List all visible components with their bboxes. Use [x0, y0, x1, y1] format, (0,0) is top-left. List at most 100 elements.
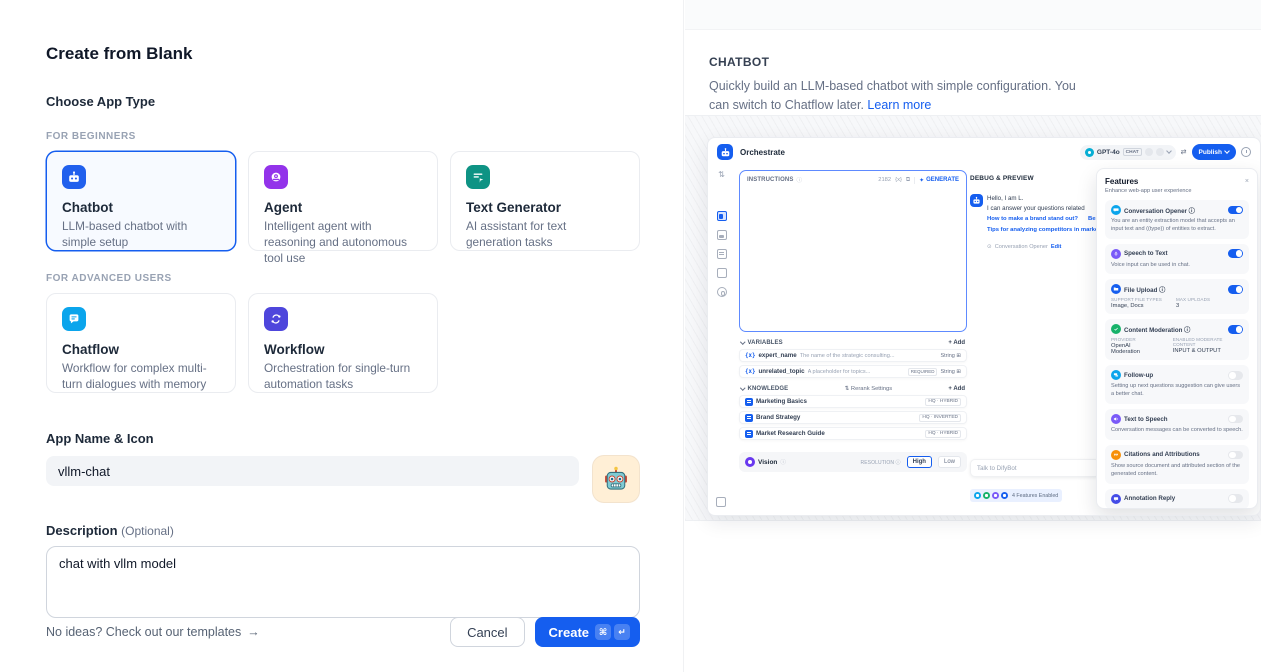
variable-icon: {x} — [895, 177, 902, 183]
cmd-key-icon: ⌘ — [595, 624, 611, 640]
debug-preview-column: DEBUG & PREVIEW Hello, I am L. I can ans… — [970, 166, 1100, 515]
feature-card-text-to-speech: Text to Speech Conversation messages can… — [1105, 409, 1249, 440]
quote-icon — [1111, 450, 1121, 460]
shield-check-icon — [1111, 324, 1121, 334]
model-selector: GPT-4o CHAT — [1080, 145, 1176, 160]
knowledge-row: Marketing Basics HQ · HYBRID — [739, 395, 967, 408]
chevron-down-icon — [740, 340, 745, 345]
create-button[interactable]: Create ⌘ ↵ — [535, 617, 640, 647]
app-name-label: App Name & Icon — [46, 431, 640, 446]
publish-button: Publish — [1192, 144, 1236, 160]
retrieval-badge: HQ · HYBRID — [925, 398, 961, 406]
choose-app-type-heading: Choose App Type — [46, 94, 640, 109]
variable-row: {x} unrelated_topic A placeholder for to… — [739, 365, 967, 378]
vision-setting-row: Vision ⓘ RESOLUTION ⓘ High Low — [739, 452, 967, 472]
for-advanced-users-label: FOR ADVANCED USERS — [46, 273, 640, 284]
token-count: 2182 — [878, 177, 891, 183]
instructions-skeleton-text — [740, 186, 966, 201]
templates-link[interactable]: No ideas? Check out our templates → — [46, 625, 260, 639]
knowledge-title: KNOWLEDGE — [748, 386, 789, 392]
toggle-text-to-speech — [1228, 415, 1243, 424]
knowledge-row: Market Research Guide HQ · HYBRID — [739, 427, 967, 440]
app-type-card-workflow[interactable]: Workflow Orchestration for single-turn a… — [248, 293, 438, 393]
card-name: Workflow — [264, 342, 422, 357]
follow-up-icon — [1111, 370, 1121, 380]
learn-more-link[interactable]: Learn more — [867, 98, 931, 112]
card-desc: AI assistant for text generation tasks — [466, 219, 624, 251]
knowledge-section-header: KNOWLEDGE ⇅ Rerank Settings + Add — [741, 386, 965, 392]
for-beginners-label: FOR BEGINNERS — [46, 131, 640, 142]
right-panel-topbar — [685, 0, 1261, 30]
required-badge: REQUIRED — [908, 368, 938, 376]
arrow-right-icon: → — [247, 625, 260, 639]
swap-icon: ⇅ — [718, 170, 725, 179]
copy-icon: ⧉ — [906, 177, 910, 184]
frame-icon — [716, 497, 726, 507]
feature-card-follow-up: Follow-up Setting up next questions sugg… — [1105, 365, 1249, 404]
microphone-icon — [1111, 249, 1121, 259]
retrieval-badge: HQ · HYBRID — [925, 430, 961, 438]
app-type-card-chatbot[interactable]: Chatbot LLM-based chatbot with simple se… — [46, 151, 236, 251]
vision-label: Vision — [758, 459, 777, 466]
variable-icon: {x} — [745, 353, 755, 359]
description-textarea[interactable]: chat with vllm model — [46, 546, 640, 618]
workflow-icon — [264, 307, 288, 331]
app-type-card-text-generator[interactable]: Text Generator AI assistant for text gen… — [450, 151, 640, 251]
preview-app-title: Orchestrate — [740, 148, 785, 157]
model-settings-icon — [1156, 148, 1164, 156]
feature-card-conversation-opener: Conversation Opener ⓘ You are an entity … — [1105, 200, 1249, 239]
enter-key-icon: ↵ — [614, 624, 630, 640]
variable-icon: {x} — [745, 369, 755, 375]
variables-section-header: VARIABLES + Add — [741, 340, 965, 346]
agent-icon — [264, 165, 288, 189]
toggle-file-upload — [1228, 285, 1243, 294]
toggle-conversation-opener — [1228, 206, 1243, 215]
app-type-info-panel: CHATBOT Quickly build an LLM-based chatb… — [685, 0, 1261, 672]
moderation-dot-icon — [983, 492, 990, 499]
create-form-panel: Create from Blank Choose App Type FOR BE… — [0, 0, 684, 672]
card-name: Chatflow — [62, 342, 220, 357]
description-label: Description (Optional) — [46, 523, 640, 538]
edit-opener-button: Edit — [1051, 244, 1062, 250]
app-icon-picker[interactable] — [592, 455, 640, 503]
card-name: Agent — [264, 200, 422, 215]
chevron-down-icon — [1166, 148, 1172, 154]
feature-card-speech-to-text: Speech to Text Voice input can be used i… — [1105, 244, 1249, 275]
app-type-card-agent[interactable]: Agent Intelligent agent with reasoning a… — [248, 151, 438, 251]
toggle-follow-up — [1228, 371, 1243, 380]
create-app-modal: Create from Blank Choose App Type FOR BE… — [0, 0, 1261, 672]
app-name-input[interactable] — [46, 456, 579, 486]
beginner-app-type-cards: Chatbot LLM-based chatbot with simple se… — [46, 151, 640, 251]
features-enabled-bar: 4 Features Enabled — [970, 489, 1062, 502]
rerank-settings-button: ⇅ Rerank Settings — [844, 386, 892, 392]
orchestrate-tab-icon — [717, 211, 727, 221]
card-desc: Workflow for complex multi-turn dialogue… — [62, 361, 220, 393]
dataset-icon — [745, 430, 753, 438]
info-icon: ⓘ — [796, 176, 802, 184]
info-icon: ⓘ — [780, 458, 786, 466]
dataset-icon — [745, 414, 753, 422]
chat-input: Talk to DifyBot — [970, 459, 1100, 477]
model-param-icon — [1145, 148, 1153, 156]
advanced-app-type-cards: Chatflow Workflow for complex multi-turn… — [46, 293, 640, 393]
add-knowledge-button: + Add — [948, 386, 965, 392]
features-title: Features — [1105, 177, 1138, 186]
app-type-card-chatflow[interactable]: Chatflow Workflow for complex multi-turn… — [46, 293, 236, 393]
chevron-down-icon — [740, 386, 745, 391]
retrieval-badge: HQ · INVERTED — [919, 414, 961, 422]
settings-icon — [717, 287, 727, 297]
feature-card-citations: Citations and Attributions Show source d… — [1105, 445, 1249, 484]
suggested-question: Tips for analyzing competitors in marke — [987, 225, 1099, 236]
card-name: Chatbot — [62, 200, 220, 215]
variables-title: VARIABLES — [748, 340, 783, 346]
preview-orchestrate-column: INSTRUCTIONS ⓘ 2182 {x} ⧉ ✦ GENERATE — [739, 166, 967, 515]
toggle-annotation-reply — [1228, 494, 1243, 503]
optional-hint: (Optional) — [121, 524, 174, 538]
cancel-button[interactable]: Cancel — [450, 617, 524, 647]
info-description: Quickly build an LLM-based chatbot with … — [709, 77, 1081, 115]
features-enabled-label: 4 Features Enabled — [1012, 493, 1058, 499]
instructions-panel: INSTRUCTIONS ⓘ 2182 {x} ⧉ ✦ GENERATE — [739, 170, 967, 332]
note-icon — [717, 268, 727, 278]
generate-button: ✦ GENERATE — [914, 177, 959, 184]
resolution-high-option: High — [907, 456, 932, 468]
